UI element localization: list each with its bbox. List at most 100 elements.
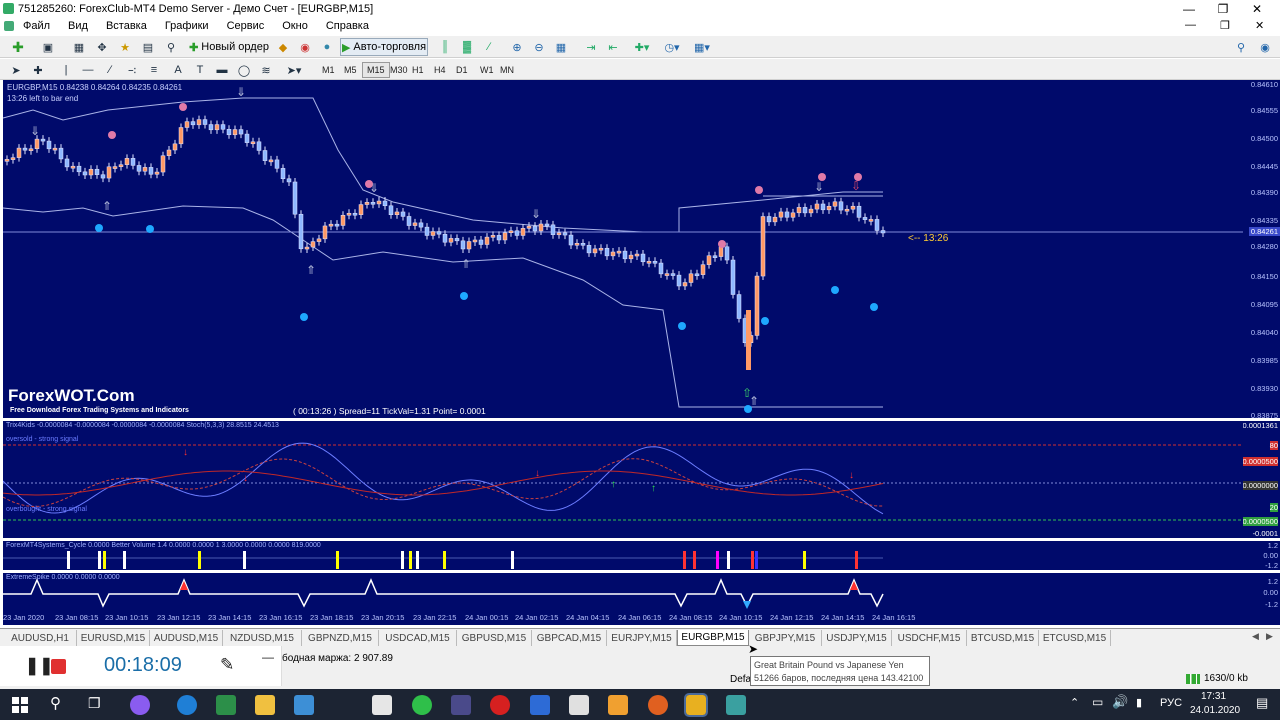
fib-fan-icon[interactable]: ≋: [258, 61, 274, 79]
bar-chart-icon[interactable]: ║: [436, 38, 454, 56]
app-grid-icon[interactable]: [451, 695, 471, 715]
child-restore-button[interactable]: ❐: [1220, 19, 1230, 32]
search-taskbar-icon[interactable]: ⚲: [50, 694, 61, 712]
metaeditor-icon[interactable]: ◆: [274, 38, 292, 56]
volume-icon[interactable]: 🔊: [1112, 694, 1128, 710]
tabs-scroll-right-icon[interactable]: ▶: [1266, 631, 1273, 642]
edge-icon[interactable]: [177, 695, 197, 715]
autoscroll-icon[interactable]: ⇥: [582, 38, 600, 56]
tabs-scroll-left-icon[interactable]: ◀: [1252, 631, 1259, 642]
symbol-tab[interactable]: AUDUSD,M15: [150, 630, 223, 646]
timeframe-d1[interactable]: D1: [452, 62, 472, 78]
data-window-icon[interactable]: ✥: [93, 38, 111, 56]
symbol-tab[interactable]: GBPUSD,M15: [457, 630, 532, 646]
symbol-tab[interactable]: USDJPY,M15: [822, 630, 892, 646]
fibonacci-icon[interactable]: ≡: [146, 61, 162, 79]
profiles-icon[interactable]: ▣: [36, 38, 60, 56]
text-label-icon[interactable]: T: [192, 61, 208, 79]
app-purple-icon[interactable]: [130, 695, 150, 715]
metatrader-icon[interactable]: [684, 693, 708, 717]
symbol-tab[interactable]: GBPJPY,M15: [749, 630, 822, 646]
chart-shift-icon[interactable]: ⇤: [604, 38, 622, 56]
menu-charts[interactable]: Графики: [156, 20, 218, 32]
child-minimize-button[interactable]: —: [1185, 19, 1196, 31]
maximize-button[interactable]: ❐: [1206, 0, 1240, 17]
market-watch-icon[interactable]: ▦: [70, 38, 88, 56]
screen-recorder-icon[interactable]: [569, 695, 589, 715]
zoom-out-icon[interactable]: ⊖: [530, 38, 548, 56]
rectangle-icon[interactable]: ▬: [214, 61, 230, 79]
language-indicator[interactable]: РУС: [1160, 697, 1182, 709]
tester-icon[interactable]: ⚲: [162, 38, 180, 56]
signals-icon[interactable]: ◉: [296, 38, 314, 56]
arrows-icon[interactable]: ➤▾: [282, 61, 306, 79]
file-explorer-icon[interactable]: [255, 695, 275, 715]
cursor-icon[interactable]: ➤: [8, 61, 24, 79]
opera-icon[interactable]: [490, 695, 510, 715]
recorder-minimize-icon[interactable]: —: [262, 650, 274, 664]
terminal-icon[interactable]: ▤: [139, 38, 157, 56]
symbol-tab[interactable]: EURUSD,M15: [77, 630, 150, 646]
pause-icon[interactable]: ❚❚: [25, 656, 54, 676]
symbol-tab[interactable]: EURGBP,M15: [677, 630, 749, 646]
trendline-icon[interactable]: ∕: [102, 61, 118, 79]
tray-chevron-icon[interactable]: ⌃: [1070, 696, 1079, 709]
app-blue-icon[interactable]: [530, 695, 550, 715]
symbol-tab[interactable]: AUDUSD,H1: [4, 630, 77, 646]
menu-help[interactable]: Справка: [317, 20, 378, 32]
periods-icon[interactable]: ◷▾: [660, 38, 684, 56]
timeframe-h1[interactable]: H1: [408, 62, 428, 78]
vertical-line-icon[interactable]: |: [58, 61, 74, 79]
auto-trading-button[interactable]: ▶ Авто-торговля: [340, 38, 428, 56]
timeframe-h4[interactable]: H4: [430, 62, 450, 78]
start-icon[interactable]: [12, 697, 28, 713]
market-icon[interactable]: ●: [318, 38, 336, 56]
new-chart-icon[interactable]: ✚: [6, 38, 30, 56]
crosshair-icon[interactable]: ✚: [30, 61, 46, 79]
zoom-in-icon[interactable]: ⊕: [508, 38, 526, 56]
store-icon[interactable]: [294, 695, 314, 715]
close-button[interactable]: ✕: [1240, 0, 1274, 17]
spike-pane[interactable]: ExtremeSpike 0.0000 0.0000 0.0000: [3, 573, 1243, 611]
community-icon[interactable]: ◉: [1256, 38, 1274, 56]
timeframe-mn[interactable]: MN: [496, 62, 518, 78]
child-close-button[interactable]: ✕: [1255, 19, 1264, 32]
ellipse-icon[interactable]: ◯: [236, 61, 252, 79]
symbol-tab[interactable]: USDCHF,M15: [892, 630, 967, 646]
menu-file[interactable]: Файл: [14, 20, 59, 32]
timeframe-m1[interactable]: M1: [318, 62, 339, 78]
price-pane[interactable]: ⇑ ⇑ ⇑ ⇑ ⇓ ⇓ ⇓ ⇓ ⇓ ⇧ ⇩ EURGBP,M15 0.84238 0.84264 0…: [3, 80, 1243, 418]
stop-icon[interactable]: [51, 659, 66, 674]
symbol-tab[interactable]: ETCUSD,M15: [1039, 630, 1111, 646]
menu-insert[interactable]: Вставка: [97, 20, 156, 32]
symbol-tab[interactable]: NZDUSD,M15: [223, 630, 302, 646]
utorrent-icon[interactable]: [412, 695, 432, 715]
menu-tools[interactable]: Сервис: [218, 20, 274, 32]
symbol-tab[interactable]: BTCUSD,M15: [967, 630, 1039, 646]
symbol-tab[interactable]: GBPNZD,M15: [302, 630, 379, 646]
candle-chart-icon[interactable]: ▓: [458, 38, 476, 56]
draw-pen-icon[interactable]: ✎: [220, 655, 234, 675]
line-chart-icon[interactable]: ∕: [480, 38, 498, 56]
horizontal-line-icon[interactable]: —: [80, 61, 96, 79]
search-icon[interactable]: ⚲: [1232, 38, 1250, 56]
notifications-icon[interactable]: ▤: [1256, 695, 1268, 711]
firefox-icon[interactable]: [648, 695, 668, 715]
mail-icon[interactable]: [372, 695, 392, 715]
navigator-icon[interactable]: ★: [116, 38, 134, 56]
tile-windows-icon[interactable]: ▦: [552, 38, 570, 56]
cycle-pane[interactable]: ForexMT4Systems_Cycle 0.0000 Better Volu…: [3, 541, 1243, 570]
new-order-button[interactable]: ✚ Новый ордер: [188, 38, 270, 56]
menu-window[interactable]: Окно: [273, 20, 317, 32]
minimize-button[interactable]: —: [1172, 0, 1206, 17]
channel-icon[interactable]: ∹: [124, 61, 140, 79]
battery-icon[interactable]: ▮: [1136, 696, 1142, 709]
symbol-tab[interactable]: USDCAD,M15: [379, 630, 457, 646]
clock-time[interactable]: 17:31: [1201, 691, 1226, 702]
task-view-icon[interactable]: ❐: [88, 695, 101, 712]
timeframe-w1[interactable]: W1: [476, 62, 498, 78]
clock-date[interactable]: 24.01.2020: [1190, 705, 1240, 716]
timeframe-m5[interactable]: M5: [340, 62, 361, 78]
paint-icon[interactable]: [608, 695, 628, 715]
candlestick-chart[interactable]: ⇑⇑ ⇑⇑⇓⇓⇓⇓⇓⇧⇩: [3, 80, 1243, 418]
